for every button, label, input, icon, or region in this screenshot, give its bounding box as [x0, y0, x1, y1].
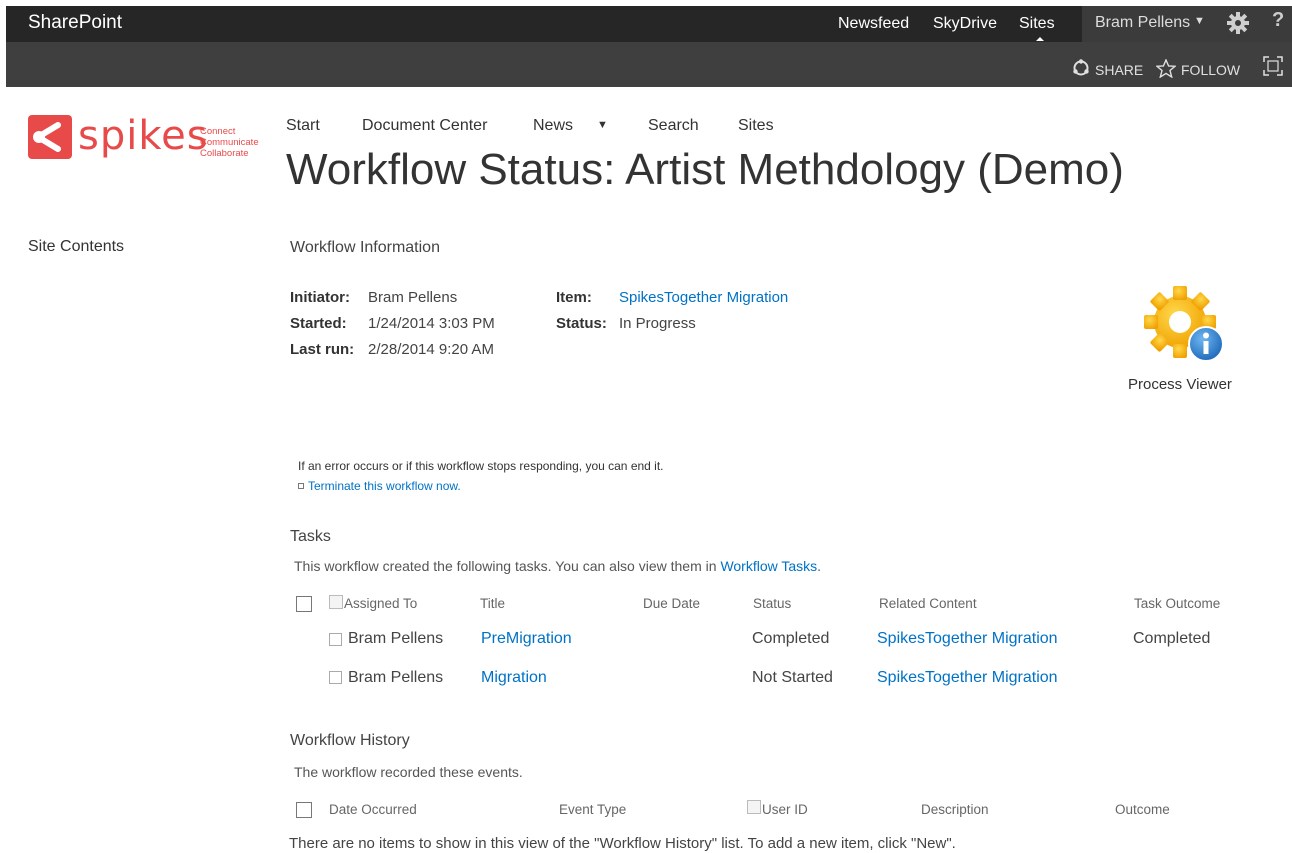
logo-tagline-communicate: Communicate	[200, 137, 259, 148]
select-all-tasks-checkbox[interactable]	[296, 596, 312, 612]
task-assigned-to[interactable]: Bram Pellens	[348, 669, 443, 687]
follow-label: FOLLOW	[1181, 62, 1241, 78]
workflow-info-heading: Workflow Information	[290, 239, 440, 256]
page-nav-sites[interactable]: Sites	[738, 117, 774, 135]
workflow-history-description: The workflow recorded these events.	[294, 764, 523, 780]
column-related-content[interactable]: Related Content	[879, 596, 977, 611]
last-run-label: Last run:	[290, 341, 355, 358]
process-viewer-label[interactable]: Process Viewer	[1128, 376, 1232, 393]
page-nav-start[interactable]: Start	[286, 117, 320, 135]
nav-skydrive[interactable]: SkyDrive	[933, 15, 997, 33]
chevron-down-icon[interactable]: ▼	[597, 119, 608, 131]
logo-tagline-collaborate: Collaborate	[200, 148, 249, 159]
terminate-workflow-link[interactable]: Terminate this workflow now.	[308, 479, 461, 493]
share-icon	[1072, 59, 1090, 80]
tasks-heading: Tasks	[290, 528, 331, 545]
process-viewer-gear-icon[interactable]	[1144, 286, 1228, 366]
tasks-desc-suffix: .	[817, 558, 822, 574]
help-icon[interactable]: ?	[1272, 9, 1284, 32]
workflow-history-heading: Workflow History	[290, 732, 410, 749]
nav-newsfeed[interactable]: Newsfeed	[838, 15, 909, 33]
chevron-down-icon[interactable]: ▼	[1194, 15, 1205, 27]
share-button[interactable]: SHARE	[1072, 59, 1143, 80]
tasks-desc-text: This workflow created the following task…	[294, 558, 717, 574]
task-status: Completed	[752, 630, 830, 647]
active-nav-indicator	[1036, 37, 1044, 41]
task-title-link[interactable]: PreMigration	[481, 630, 572, 648]
task-row-checkbox[interactable]	[329, 633, 342, 646]
initiator-value: Bram Pellens	[368, 289, 458, 306]
logo-tagline-connect: Connect	[200, 126, 236, 137]
share-label: SHARE	[1095, 61, 1144, 78]
task-status: Not Started	[752, 669, 833, 686]
user-area: Bram Pellens ▼ ?	[1082, 6, 1292, 42]
column-event-type[interactable]: Event Type	[559, 802, 626, 817]
column-assigned-to[interactable]: Assigned To	[344, 596, 417, 611]
last-run-value: 2/28/2014 9:20 AM	[368, 341, 494, 358]
spikes-logo-icon	[28, 115, 72, 159]
task-title-link[interactable]: Migration	[481, 669, 547, 687]
user-menu[interactable]: Bram Pellens	[1095, 14, 1190, 32]
column-task-outcome[interactable]: Task Outcome	[1134, 596, 1220, 611]
column-date-occurred[interactable]: Date Occurred	[329, 802, 417, 817]
star-icon	[1155, 58, 1177, 81]
site-contents-link[interactable]: Site Contents	[28, 238, 124, 256]
column-outcome[interactable]: Outcome	[1115, 802, 1170, 817]
history-empty-message: There are no items to show in this view …	[289, 835, 956, 852]
task-assigned-to[interactable]: Bram Pellens	[348, 630, 443, 648]
assigned-to-header-checkbox[interactable]	[329, 595, 343, 609]
nav-sites[interactable]: Sites	[1019, 15, 1055, 33]
gear-icon[interactable]	[1226, 11, 1250, 35]
terminate-note: If an error occurs or if this workflow s…	[298, 459, 664, 473]
column-description[interactable]: Description	[921, 802, 989, 817]
column-user-id[interactable]: User ID	[762, 802, 808, 817]
column-title[interactable]: Title	[480, 596, 505, 611]
select-all-history-checkbox[interactable]	[296, 802, 312, 818]
workflow-tasks-link[interactable]: Workflow Tasks	[720, 558, 817, 574]
column-due-date[interactable]: Due Date	[643, 596, 700, 611]
task-related-content-link[interactable]: SpikesTogether Migration	[877, 669, 1058, 687]
item-link[interactable]: SpikesTogether Migration	[619, 289, 788, 306]
column-status[interactable]: Status	[753, 596, 791, 611]
sharepoint-brand[interactable]: SharePoint	[28, 12, 122, 34]
suite-bar: SharePoint Newsfeed SkyDrive Sites Bram …	[6, 6, 1292, 42]
started-value: 1/24/2014 3:03 PM	[368, 315, 495, 332]
initiator-label: Initiator:	[290, 289, 350, 306]
focus-on-content-icon[interactable]	[1263, 56, 1283, 81]
bullet-icon	[298, 483, 304, 489]
page-nav-document-center[interactable]: Document Center	[362, 117, 487, 135]
task-row-checkbox[interactable]	[329, 671, 342, 684]
page-nav-search[interactable]: Search	[648, 117, 699, 135]
task-outcome: Completed	[1133, 630, 1211, 647]
status-label: Status:	[556, 315, 607, 332]
site-logo[interactable]: spikes Connect Communicate Collaborate	[28, 113, 268, 165]
logo-wordmark: spikes	[78, 113, 209, 159]
follow-button[interactable]: FOLLOW	[1155, 58, 1241, 81]
page-title: Workflow Status: Artist Methdology (Demo…	[286, 145, 1124, 194]
action-bar: SHARE FOLLOW	[6, 42, 1292, 87]
status-value: In Progress	[619, 315, 696, 332]
tasks-description: This workflow created the following task…	[294, 558, 821, 574]
user-id-header-checkbox[interactable]	[747, 800, 761, 814]
started-label: Started:	[290, 315, 347, 332]
task-related-content-link[interactable]: SpikesTogether Migration	[877, 630, 1058, 648]
item-label: Item:	[556, 289, 592, 306]
page-nav-news[interactable]: News	[533, 117, 573, 135]
